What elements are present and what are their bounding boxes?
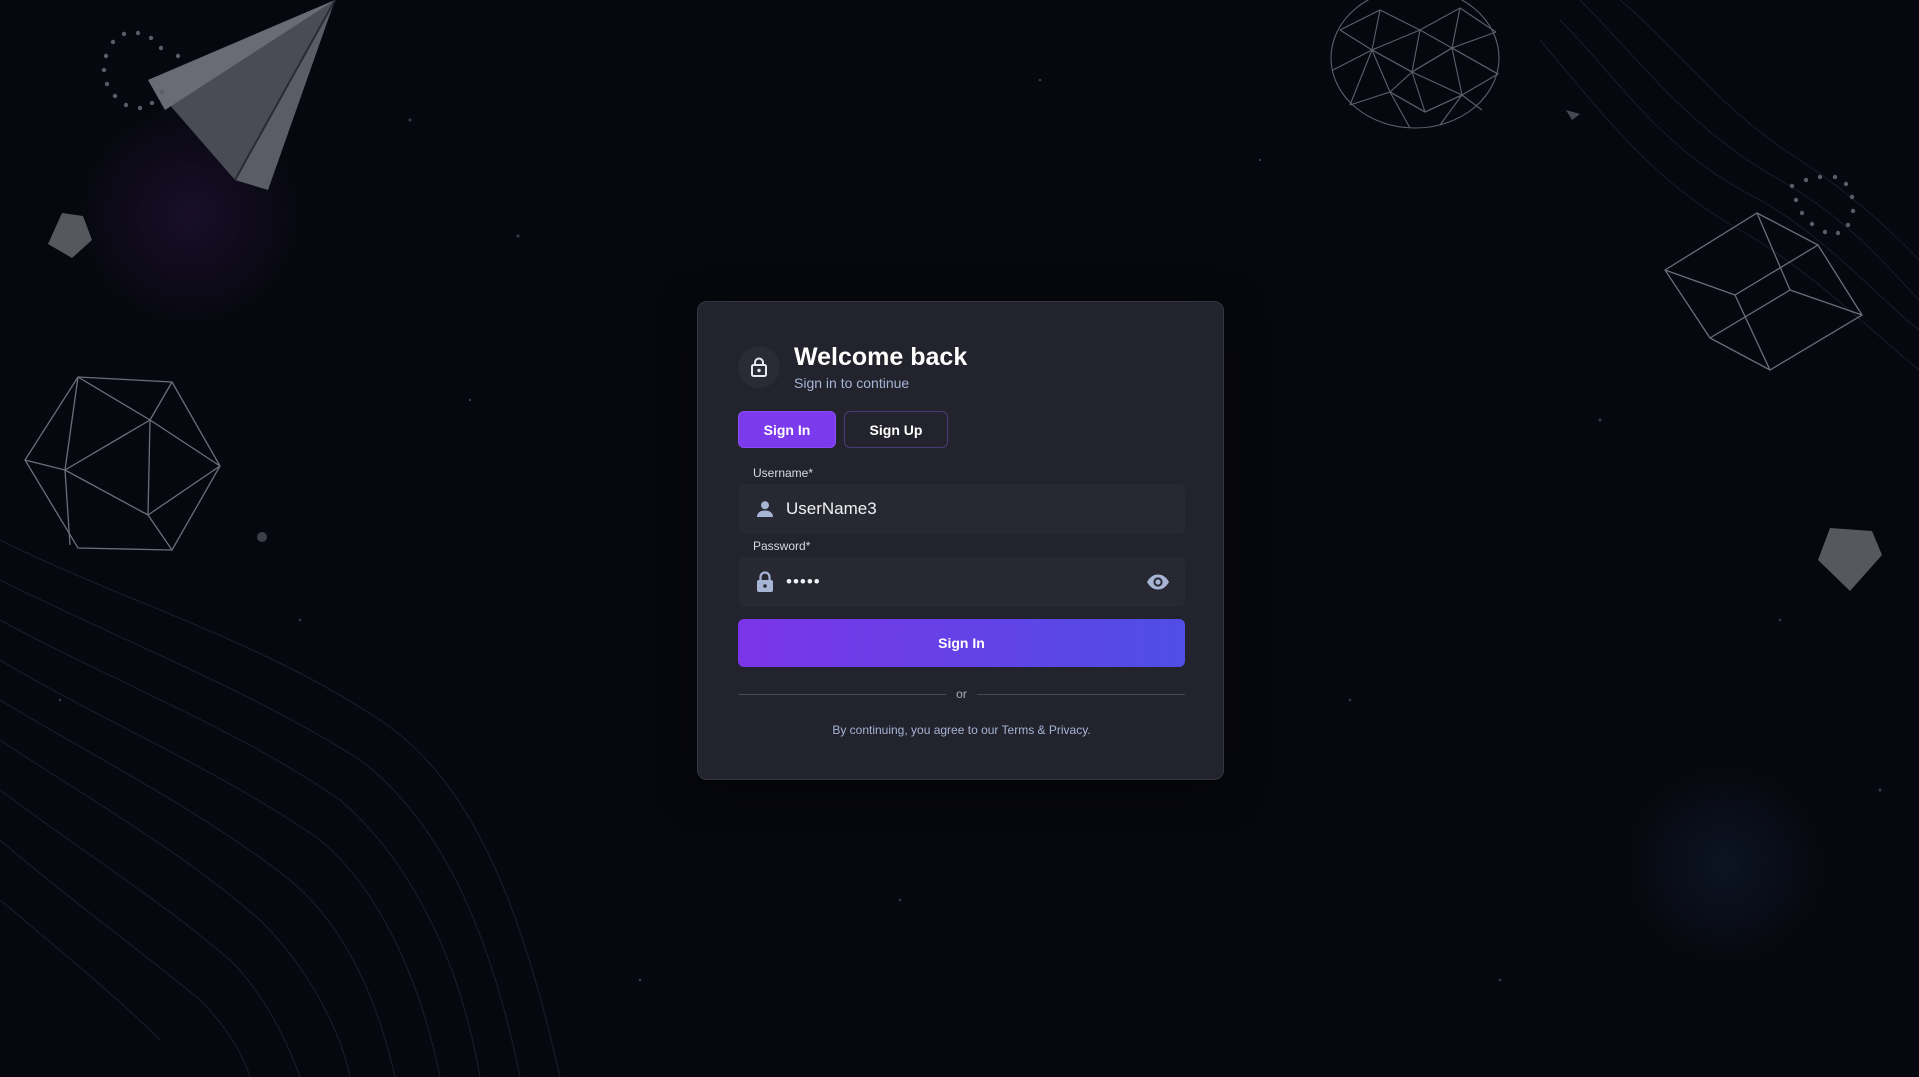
password-input[interactable]: ••••• bbox=[786, 572, 1145, 592]
eye-icon[interactable] bbox=[1145, 569, 1171, 595]
privacy-link[interactable]: Privacy bbox=[1049, 723, 1087, 737]
lock-icon bbox=[755, 571, 775, 592]
terms-link[interactable]: Terms bbox=[1002, 723, 1035, 737]
username-input[interactable] bbox=[786, 499, 1171, 519]
password-label: Password* bbox=[753, 539, 1185, 553]
paper-plane-decoration bbox=[148, 0, 336, 190]
icosahedron-decoration bbox=[24, 376, 221, 551]
terms-suffix: . bbox=[1087, 723, 1091, 737]
small-shard-decoration bbox=[1566, 110, 1580, 120]
person-icon bbox=[755, 499, 775, 519]
pentagon-decoration-right bbox=[1818, 528, 1882, 591]
divider-line-left bbox=[738, 693, 947, 695]
terms-prefix: By continuing, you agree to our bbox=[832, 723, 1002, 737]
required-marker: * bbox=[805, 539, 811, 553]
geodesic-sphere-decoration bbox=[1330, 0, 1500, 129]
mesh-wave-decoration bbox=[0, 539, 561, 1077]
password-field: Password* ••••• bbox=[738, 539, 1185, 607]
sign-in-button[interactable]: Sign In bbox=[738, 619, 1185, 667]
divider-text: or bbox=[956, 687, 967, 701]
password-input-box[interactable]: ••••• bbox=[738, 557, 1185, 607]
tab-sign-in[interactable]: Sign In bbox=[738, 411, 836, 448]
username-label: Username* bbox=[753, 466, 1185, 480]
required-marker: * bbox=[808, 466, 814, 480]
auth-tabs: Sign In Sign Up bbox=[738, 411, 948, 448]
page-subtitle: Sign in to continue bbox=[794, 375, 910, 391]
username-input-box[interactable] bbox=[738, 484, 1185, 534]
divider-line-right bbox=[976, 693, 1186, 695]
wireframe-cube-decoration bbox=[1664, 212, 1863, 371]
lock-icon bbox=[738, 346, 780, 388]
small-dot-decoration bbox=[257, 532, 267, 542]
password-label-text: Password bbox=[753, 539, 806, 553]
username-field: Username* bbox=[738, 466, 1185, 534]
terms-notice: By continuing, you agree to our Terms & … bbox=[738, 723, 1185, 737]
login-screen: Welcome back Sign in to continue Sign In… bbox=[0, 0, 1919, 1077]
tab-sign-up[interactable]: Sign Up bbox=[844, 411, 948, 448]
card-header: Welcome back Sign in to continue bbox=[738, 342, 967, 392]
page-title: Welcome back bbox=[794, 343, 968, 371]
terms-and: & bbox=[1034, 723, 1049, 737]
username-label-text: Username bbox=[753, 466, 809, 480]
login-card: Welcome back Sign in to continue Sign In… bbox=[697, 301, 1224, 780]
pentagon-decoration bbox=[48, 213, 92, 258]
divider: or bbox=[738, 687, 1186, 701]
